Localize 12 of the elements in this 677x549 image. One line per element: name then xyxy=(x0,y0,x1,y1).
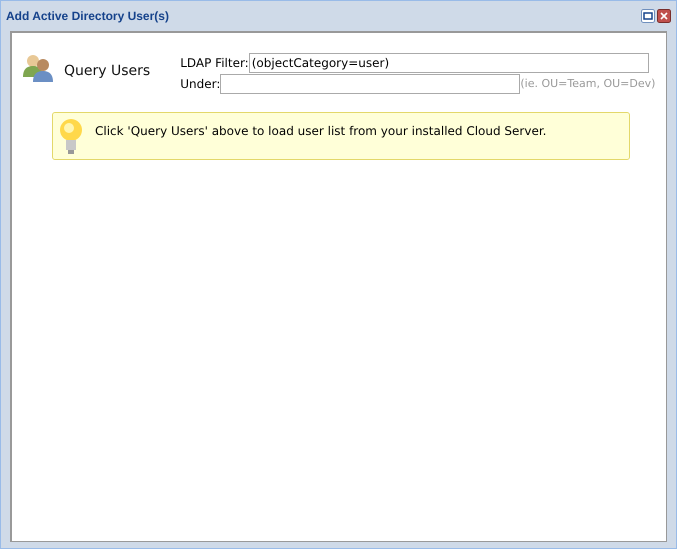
ldap-filter-field[interactable]: (objectCategory=user) xyxy=(248,53,649,73)
under-field[interactable] xyxy=(220,74,520,94)
hint-text: (ie. OU=Team, OU=Dev) xyxy=(520,76,656,92)
close-icon[interactable] xyxy=(657,9,671,23)
users-icon xyxy=(22,53,54,83)
info-message: Click 'Query Users' above to load user list from your installed Cloud Server. xyxy=(95,123,546,140)
query-users-label[interactable]: Query Users xyxy=(64,61,150,82)
lightbulb-icon xyxy=(59,118,83,156)
maximize-icon[interactable] xyxy=(641,9,655,23)
window-title: Add Active Directory User(s) xyxy=(6,8,169,25)
field-label: LDAP Filter: xyxy=(180,55,249,72)
field-label: Under: xyxy=(180,76,220,93)
